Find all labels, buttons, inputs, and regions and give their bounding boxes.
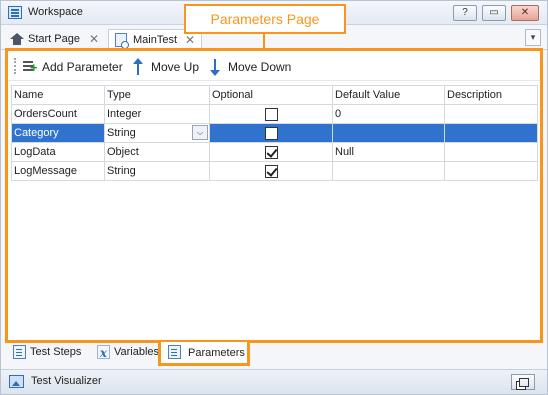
move-down-button[interactable]: Move Down xyxy=(208,58,291,76)
visualizer-icon xyxy=(9,375,24,388)
variables-icon: x xyxy=(97,345,110,360)
close-tab-icon[interactable]: ✕ xyxy=(89,29,99,49)
param-description-cell[interactable] xyxy=(444,161,538,181)
optional-checkbox-checked[interactable] xyxy=(264,145,278,159)
tab-variables[interactable]: x Variables xyxy=(93,343,159,363)
tab-label: Start Page xyxy=(28,33,80,45)
table-row[interactable]: LogData Object Null xyxy=(11,142,538,162)
optional-checkbox[interactable] xyxy=(264,107,278,121)
restore-button[interactable]: ▭ xyxy=(482,5,506,21)
workspace-icon xyxy=(8,6,22,19)
window-title: Workspace xyxy=(28,6,83,18)
param-default-cell[interactable] xyxy=(332,123,445,143)
param-optional-cell[interactable] xyxy=(209,161,333,181)
close-button[interactable]: ✕ xyxy=(511,5,539,21)
table-row[interactable]: LogMessage String xyxy=(11,161,538,181)
column-header-name[interactable]: Name xyxy=(11,85,105,105)
param-type-value: String xyxy=(107,127,136,139)
table-row[interactable]: OrdersCount Integer 0 xyxy=(11,104,538,124)
param-description-cell[interactable] xyxy=(444,142,538,162)
param-name-cell[interactable]: LogMessage xyxy=(11,161,105,181)
callout-connector xyxy=(263,34,265,48)
tabs-dropdown-button[interactable]: ▾ xyxy=(525,29,541,46)
param-optional-cell[interactable] xyxy=(209,104,333,124)
column-header-optional[interactable]: Optional xyxy=(209,85,333,105)
tab-label: Test Steps xyxy=(30,346,82,358)
toolbar-grip[interactable] xyxy=(14,58,16,74)
tab-test-steps[interactable]: Test Steps xyxy=(9,343,91,363)
workspace-window: Workspace ? ▭ ✕ Start Page ✕ MainTest ✕ … xyxy=(0,0,548,395)
optional-checkbox[interactable] xyxy=(264,126,278,140)
arrow-down-icon xyxy=(208,58,226,76)
param-type-editor[interactable]: String ⌵ xyxy=(104,123,210,143)
move-up-label: Move Up xyxy=(151,60,200,74)
add-parameter-label: Add Parameter xyxy=(42,60,123,74)
param-type-cell[interactable]: Integer xyxy=(104,104,210,124)
editor-bottom-tabs: Test Steps x Variables Parameters xyxy=(1,342,547,367)
home-icon xyxy=(10,33,24,45)
visualizer-label: Test Visualizer xyxy=(31,375,102,387)
tab-label: MainTest xyxy=(133,34,178,46)
restore-panel-button[interactable] xyxy=(511,374,535,390)
param-optional-cell[interactable] xyxy=(209,142,333,162)
test-icon xyxy=(115,33,129,49)
test-steps-icon xyxy=(13,345,26,359)
move-down-label: Move Down xyxy=(228,60,292,74)
tab-parameters[interactable]: Parameters xyxy=(158,342,250,366)
param-optional-cell[interactable] xyxy=(209,123,333,143)
parameters-page-callout: Parameters Page xyxy=(184,4,346,34)
tab-label: Parameters xyxy=(188,347,245,359)
column-header-type[interactable]: Type xyxy=(104,85,210,105)
param-type-cell[interactable]: String xyxy=(104,161,210,181)
param-description-cell[interactable] xyxy=(444,123,538,143)
parameters-icon xyxy=(168,345,181,359)
add-parameter-icon xyxy=(22,58,40,76)
add-parameter-button[interactable]: Add Parameter xyxy=(22,58,123,76)
parameters-toolbar: Add Parameter Move Up Move Down xyxy=(8,51,540,81)
parameters-grid: Name Type Optional Default Value Descrip… xyxy=(11,85,538,181)
param-name-cell[interactable]: LogData xyxy=(11,142,105,162)
parameters-panel: Add Parameter Move Up Move Down Name Typ… xyxy=(5,48,543,343)
grid-header-row: Name Type Optional Default Value Descrip… xyxy=(11,85,538,105)
param-description-cell[interactable] xyxy=(444,104,538,124)
param-type-cell[interactable]: Object xyxy=(104,142,210,162)
tab-label: Variables xyxy=(114,346,160,358)
column-header-default-value[interactable]: Default Value xyxy=(332,85,445,105)
param-name-cell[interactable]: OrdersCount xyxy=(11,104,105,124)
param-default-cell[interactable]: Null xyxy=(332,142,445,162)
move-up-button[interactable]: Move Up xyxy=(131,58,199,76)
param-name-cell[interactable]: Category xyxy=(11,123,105,143)
param-default-cell[interactable]: 0 xyxy=(332,104,445,124)
chevron-down-icon[interactable]: ⌵ xyxy=(192,125,208,140)
param-default-cell[interactable] xyxy=(332,161,445,181)
column-header-description[interactable]: Description xyxy=(444,85,538,105)
table-row-selected[interactable]: Category String ⌵ xyxy=(11,123,538,143)
test-visualizer-bar[interactable]: Test Visualizer xyxy=(1,369,547,394)
help-button[interactable]: ? xyxy=(453,5,477,21)
tab-start-page[interactable]: Start Page ✕ xyxy=(4,29,105,50)
optional-checkbox-checked[interactable] xyxy=(264,164,278,178)
arrow-up-icon xyxy=(131,58,149,76)
